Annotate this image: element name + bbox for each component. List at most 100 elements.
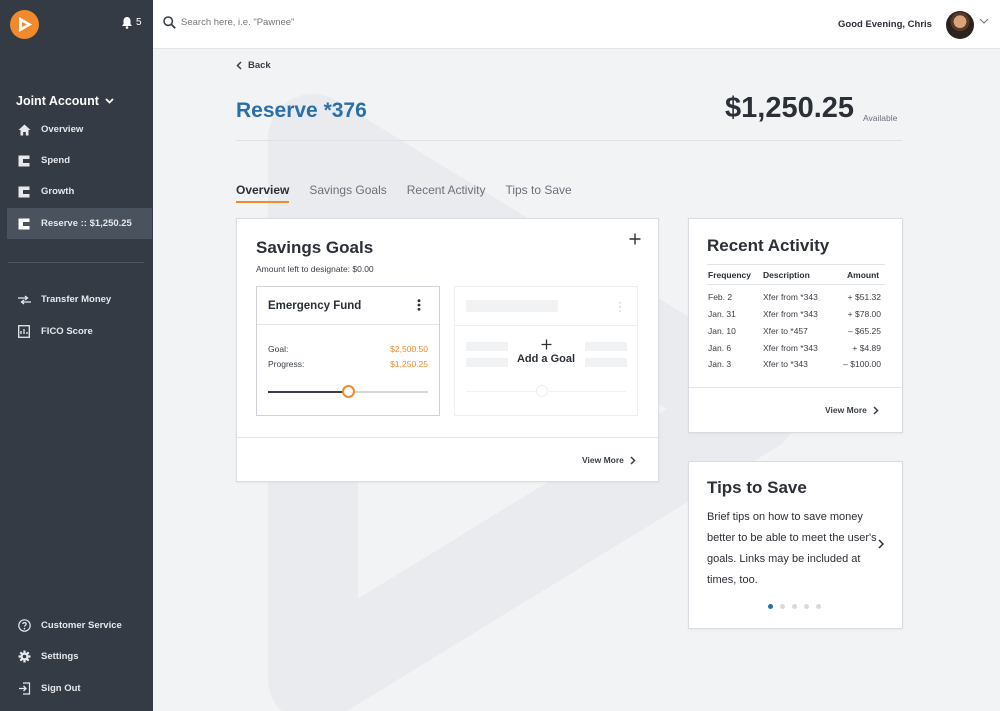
goal-card-header: Emergency Fund (257, 287, 439, 325)
sidebar-item-label: Customer Service (41, 620, 122, 631)
chevron-right-icon (630, 455, 636, 465)
row-description: Xfer from *343 (763, 343, 818, 353)
notification-count: 5 (136, 17, 142, 28)
tab-recent-activity[interactable]: Recent Activity (407, 183, 486, 203)
play-logo-icon (19, 17, 32, 32)
view-more-goals-link[interactable]: View More (582, 455, 636, 465)
view-more-activity-link[interactable]: View More (825, 405, 879, 415)
sidebar: 5 Joint Account Overview Spend Growth Re… (0, 0, 153, 711)
plus-icon (629, 233, 641, 245)
goal-label: Goal: (268, 344, 289, 354)
savings-goals-card: Savings Goals Amount left to designate: … (236, 218, 659, 482)
gear-icon (17, 650, 31, 664)
tab-tips-to-save[interactable]: Tips to Save (505, 183, 571, 203)
sidebar-item-fico-score[interactable]: FICO Score (0, 316, 153, 347)
carousel-dot[interactable] (816, 604, 821, 609)
carousel-dots (768, 604, 821, 609)
row-amount: – $65.25 (847, 326, 881, 336)
placeholder-divider (455, 325, 637, 326)
help-circle-icon (17, 619, 31, 633)
savings-goals-title: Savings Goals (256, 238, 374, 257)
column-header-frequency: Frequency (708, 270, 751, 280)
notifications-button[interactable]: 5 (121, 16, 142, 29)
tab-bar: Overview Savings Goals Recent Activity T… (236, 183, 572, 203)
sidebar-item-overview[interactable]: Overview (0, 114, 153, 145)
tab-savings-goals[interactable]: Savings Goals (309, 183, 386, 203)
add-goal-plus-button[interactable] (629, 232, 641, 250)
brand-logo[interactable] (10, 10, 39, 39)
row-amount: – $100.00 (843, 359, 881, 369)
available-label: Available (863, 113, 898, 123)
top-bar: Good Evening, Chris (153, 0, 1000, 49)
table-row: Jan. 3 Xfer to *343 – $100.00 (707, 359, 885, 376)
sidebar-item-spend[interactable]: Spend (0, 145, 153, 176)
table-row: Jan. 6 Xfer from *343 + $4.89 (707, 343, 885, 360)
carousel-dot[interactable] (804, 604, 809, 609)
recent-activity-title: Recent Activity (707, 236, 830, 255)
chevron-right-icon[interactable] (878, 539, 884, 549)
add-goal-card[interactable]: Add a Goal (454, 286, 638, 416)
carousel-dot[interactable] (768, 604, 773, 609)
tip-text: Brief tips on how to save money better t… (707, 511, 877, 586)
tips-title: Tips to Save (707, 478, 807, 497)
sidebar-item-label: Settings (41, 651, 79, 662)
search-icon (163, 16, 176, 29)
header-divider (236, 140, 902, 141)
sidebar-item-label: FICO Score (41, 326, 93, 337)
more-options-button[interactable] (417, 299, 421, 313)
main-content: Back Reserve *376 $1,250.25 Available Ov… (153, 49, 1000, 711)
transfer-arrows-icon (17, 293, 31, 307)
table-divider (707, 284, 885, 285)
goal-amount: $2,500.50 (390, 344, 428, 354)
sidebar-item-transfer-money[interactable]: Transfer Money (0, 284, 153, 315)
column-header-amount: Amount (847, 270, 880, 280)
table-row: Jan. 31 Xfer from *343 + $78.00 (707, 309, 885, 326)
wallet-icon (17, 217, 31, 231)
chevron-right-icon (873, 405, 879, 415)
progress-slider-knob[interactable] (341, 385, 355, 398)
tab-overview[interactable]: Overview (236, 183, 290, 203)
table-row: Jan. 10 Xfer to *457 – $65.25 (707, 326, 885, 343)
placeholder-knob (536, 385, 548, 397)
progress-slider (268, 385, 428, 398)
progress-slider-fill (268, 391, 348, 393)
placeholder-bar (466, 300, 558, 312)
kebab-menu-icon (417, 299, 421, 311)
table-divider (707, 264, 885, 265)
add-goal-label: Add a Goal (516, 353, 576, 365)
sidebar-item-settings[interactable]: Settings (0, 641, 153, 672)
search-input[interactable] (181, 17, 481, 28)
home-icon (17, 123, 31, 137)
carousel-dot[interactable] (780, 604, 785, 609)
back-label: Back (248, 60, 271, 71)
sidebar-item-label: Sign Out (41, 683, 81, 694)
plus-icon (455, 339, 637, 353)
amount-left-text: Amount left to designate: $0.00 (256, 264, 374, 274)
view-more-label: View More (825, 405, 867, 415)
row-date: Jan. 31 (708, 309, 736, 319)
sidebar-item-reserve[interactable]: Reserve :: $1,250.25 (7, 208, 152, 239)
card-footer: View More (689, 387, 902, 433)
row-date: Jan. 6 (708, 343, 732, 353)
add-goal-button[interactable]: Add a Goal (455, 339, 637, 365)
chevron-down-icon[interactable] (979, 18, 989, 25)
available-balance: $1,250.25 (725, 92, 855, 124)
carousel-dot[interactable] (792, 604, 797, 609)
sidebar-item-label: Reserve :: $1,250.25 (41, 218, 132, 229)
sidebar-item-label: Spend (41, 155, 71, 166)
sidebar-item-customer-service[interactable]: Customer Service (0, 610, 153, 641)
chevron-down-icon (105, 98, 114, 104)
account-title: Joint Account (16, 94, 99, 108)
sidebar-item-sign-out[interactable]: Sign Out (0, 673, 153, 704)
back-button[interactable]: Back (236, 60, 271, 71)
table-row: Feb. 2 Xfer from *343 + $51.32 (707, 292, 885, 309)
search-box[interactable] (163, 16, 481, 29)
row-date: Feb. 2 (708, 292, 733, 302)
user-avatar[interactable] (946, 11, 974, 39)
progress-amount: $1,250.25 (390, 359, 428, 369)
sidebar-item-growth[interactable]: Growth (0, 176, 153, 207)
account-switcher[interactable]: Joint Account (16, 94, 114, 108)
sign-out-icon (17, 682, 31, 696)
goal-card-emergency-fund[interactable]: Emergency Fund Goal: $2,500.50 Progress:… (256, 286, 440, 416)
bell-icon (122, 17, 132, 29)
